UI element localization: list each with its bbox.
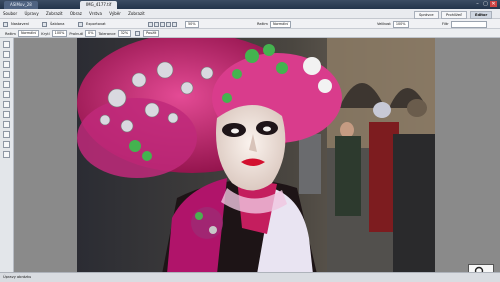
field-mode-value[interactable]: Normální (17, 30, 40, 37)
flip-icon[interactable] (172, 21, 177, 27)
minimize-button[interactable]: – (474, 1, 481, 7)
text-tool-icon[interactable] (3, 141, 10, 148)
menu-view[interactable]: Zobrazit (43, 9, 66, 19)
settings-button[interactable]: Nastavení (3, 21, 31, 27)
close-button[interactable]: ✕ (490, 1, 497, 7)
mode-label: Režim (257, 22, 268, 26)
eraser-tool-icon[interactable] (3, 121, 10, 128)
mode-tab-viewer[interactable]: Prohlížeč (441, 11, 468, 19)
zoom-select[interactable]: 50% (185, 20, 199, 28)
field-feather-value[interactable]: 0% (85, 30, 97, 37)
tab-document-2[interactable]: IMG_4177.tif (80, 1, 118, 9)
menu-file[interactable]: Soubor (0, 9, 20, 19)
mode-select[interactable]: Normální (269, 20, 292, 28)
crop-icon[interactable] (160, 21, 165, 27)
apply-button[interactable]: Použít (143, 30, 160, 37)
zoom-tool-icon[interactable] (3, 151, 10, 158)
menu-image[interactable]: Obraz (67, 9, 85, 19)
carnival-photo (77, 38, 435, 274)
filter-group: Filtr (440, 20, 487, 28)
menu-bar: Soubor Úpravy Zobrazit Obraz Vrstva Výbě… (0, 9, 500, 19)
export-label: Exportovat (86, 22, 106, 26)
menu-layer[interactable]: Vrstva (86, 9, 105, 19)
size-label: Velikost (377, 22, 391, 26)
template-icon (42, 21, 47, 27)
field-feather-label: Prolnutí (69, 31, 84, 36)
mode-tab-editor[interactable]: Editor (470, 11, 493, 19)
settings-label: Nastavení (11, 22, 29, 26)
menu-select[interactable]: Výběr (106, 9, 124, 19)
field-mode-label: Režim (5, 31, 16, 36)
export-icon (78, 21, 83, 27)
size-group: Velikost 100% (375, 20, 409, 28)
size-select[interactable]: 100% (392, 20, 409, 28)
tool-icons-group (148, 21, 178, 27)
tools-sidebar (0, 38, 14, 272)
rotate-icon[interactable] (166, 21, 171, 27)
eyedropper-tool-icon[interactable] (3, 91, 10, 98)
brush-icon[interactable] (148, 21, 153, 27)
menu-edit[interactable]: Úpravy (21, 9, 41, 19)
menu-window[interactable]: Zobrazit (125, 9, 148, 19)
filter-label: Filtr (442, 22, 449, 26)
mode-select-group: Režim Normální (255, 20, 292, 28)
clone-tool-icon[interactable] (3, 111, 10, 118)
filter-select[interactable] (450, 20, 487, 28)
template-label: Šablona (50, 22, 65, 26)
lasso-tool-icon[interactable] (3, 61, 10, 68)
image-canvas[interactable] (77, 38, 435, 274)
tool-options-bar: Režim Normální Krytí 100% Prolnutí 0% To… (0, 29, 500, 38)
eraser-icon[interactable] (154, 21, 159, 27)
template-button[interactable]: Šablona (42, 21, 66, 27)
zoom-value: 50% (185, 20, 199, 28)
select-tool-icon[interactable] (3, 51, 10, 58)
fill-tool-icon[interactable] (3, 131, 10, 138)
field-tolerance-value[interactable]: 32% (117, 30, 132, 37)
tool-options-fields: Režim Normální Krytí 100% Prolnutí 0% To… (3, 30, 160, 37)
field-tolerance-label: Tolerance (98, 31, 116, 36)
mode-tab-manager[interactable]: Správce (414, 11, 439, 19)
status-text: Úpravy obrázku (3, 275, 32, 279)
crop-tool-icon[interactable] (3, 81, 10, 88)
title-tab-bar: ASIMov_28 IMG_4177.tif – ▢ ✕ (0, 0, 500, 9)
maximize-button[interactable]: ▢ (482, 1, 489, 7)
main-toolbar: Nastavení Šablona Exportovat 50% Režim N… (0, 19, 500, 29)
move-tool-icon[interactable] (3, 41, 10, 48)
settings-icon (3, 21, 8, 27)
wand-tool-icon[interactable] (3, 71, 10, 78)
tab-document-1[interactable]: ASIMov_28 (4, 1, 38, 9)
checkbox-icon[interactable] (135, 31, 141, 36)
field-opacity-label: Krytí (41, 31, 50, 36)
export-button[interactable]: Exportovat (78, 21, 108, 27)
brush-tool-icon[interactable] (3, 101, 10, 108)
field-opacity-value[interactable]: 100% (51, 30, 68, 37)
